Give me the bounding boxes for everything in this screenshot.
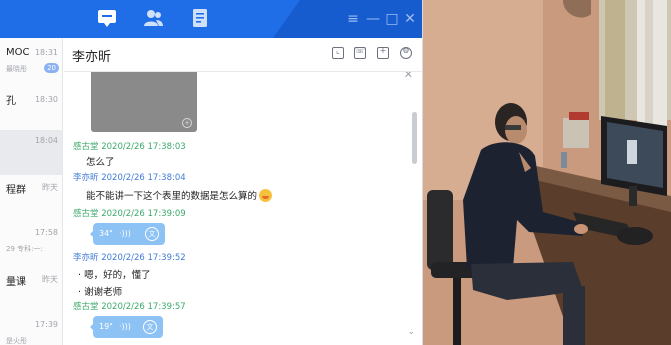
composite-screenshot: ≡ — □ ✕ MOC 18:31 最晓彤 20 孔 18:30 18:04 程… xyxy=(0,0,671,345)
notes-icon[interactable] xyxy=(189,8,211,28)
sender-name: 李亦昕 xyxy=(73,173,99,183)
sound-wave-icon: ·))) xyxy=(119,322,131,331)
session-list: MOC 18:31 最晓彤 20 孔 18:30 18:04 程群 昨天 17:… xyxy=(0,38,63,345)
message-time: 2020/2/26 17:39:09 xyxy=(101,209,186,219)
session-time: 17:58 xyxy=(34,228,58,237)
student-photo xyxy=(423,0,671,345)
session-item[interactable]: 孔 18:30 xyxy=(0,87,62,132)
voice-message[interactable]: 34" ·))) 文 xyxy=(93,223,165,245)
session-preview: 是火彤 xyxy=(6,337,27,345)
image-message-thumbnail[interactable]: + xyxy=(91,72,197,132)
contacts-icon[interactable] xyxy=(142,8,164,28)
session-item[interactable]: 17:58 29 专科:一: xyxy=(0,222,62,267)
session-item[interactable]: MOC 18:31 最晓彤 20 xyxy=(0,42,62,87)
message-text-content: 能不能讲一下这个表里的数据是怎么算的 xyxy=(86,191,258,202)
chat-bubble-icon[interactable] xyxy=(96,8,118,28)
message-line: 嗯，好的，懂了 xyxy=(84,270,151,281)
voice-duration: 19" xyxy=(99,322,113,331)
message-meta: 李亦昕 2020/2/26 17:39:52 xyxy=(73,251,186,263)
top-navigation-bar: ≡ — □ ✕ xyxy=(0,0,422,38)
message-time: 2020/2/26 17:38:04 xyxy=(101,173,186,183)
sender-name: 李亦昕 xyxy=(73,253,99,263)
message-list[interactable]: ✕ ⌄ + 感古堂 2020/2/26 17:38:03 怎么了 李亦昕 202… xyxy=(64,72,422,345)
settings-icon[interactable]: ⚙ xyxy=(400,46,412,59)
session-item-selected[interactable]: 18:04 xyxy=(0,130,62,175)
phone-icon[interactable]: ☏ xyxy=(354,46,366,59)
sound-wave-icon: ·))) xyxy=(119,229,131,238)
sender-name: 感古堂 xyxy=(73,302,99,312)
message-text: · 嗯，好的，懂了 xyxy=(78,267,151,281)
message-time: 2020/2/26 17:38:03 xyxy=(101,142,186,152)
chat-header: 李亦昕 ⌞ ☏ + ⚙ xyxy=(64,38,422,72)
bullet: · xyxy=(78,287,82,298)
session-item[interactable]: 程群 昨天 xyxy=(0,176,62,221)
add-member-icon[interactable]: + xyxy=(377,46,389,59)
voice-duration: 34" xyxy=(99,229,113,238)
message-time: 2020/2/26 17:39:57 xyxy=(101,302,186,312)
menu-icon[interactable]: ≡ xyxy=(345,9,361,29)
scrollbar-thumb[interactable] xyxy=(412,112,417,164)
session-name: 程群 xyxy=(6,185,26,196)
minimize-button[interactable]: — xyxy=(365,9,381,29)
message-meta: 李亦昕 2020/2/26 17:38:04 xyxy=(73,171,186,183)
sender-name: 感古堂 xyxy=(73,209,99,219)
message-meta: 感古堂 2020/2/26 17:38:03 xyxy=(73,140,186,152)
message-text: 怎么了 xyxy=(86,157,115,168)
message-time: 2020/2/26 17:39:52 xyxy=(101,253,186,263)
session-item[interactable]: 量课 昨天 xyxy=(0,268,62,313)
message-line: 谢谢老师 xyxy=(84,287,123,298)
session-time: 18:30 xyxy=(34,95,58,104)
session-preview: 29 专科:一: xyxy=(6,245,43,253)
close-button[interactable]: ✕ xyxy=(402,9,418,29)
laughing-emoji-icon xyxy=(259,189,273,202)
chat-app-window: ≡ — □ ✕ MOC 18:31 最晓彤 20 孔 18:30 18:04 程… xyxy=(0,0,423,345)
session-name: 孔 xyxy=(6,96,16,107)
close-icon[interactable]: ✕ xyxy=(404,72,413,81)
sender-name: 感古堂 xyxy=(73,142,99,152)
contact-name: 李亦昕 xyxy=(72,50,112,65)
session-name: MOC xyxy=(6,47,30,58)
chevron-down-icon[interactable]: ⌄ xyxy=(407,327,415,337)
voice-to-text-icon[interactable]: 文 xyxy=(143,320,157,334)
session-time: 18:04 xyxy=(34,136,58,145)
session-name: 量课 xyxy=(6,277,26,288)
session-time: 17:39 xyxy=(34,320,58,329)
message-meta: 感古堂 2020/2/26 17:39:09 xyxy=(73,207,186,219)
message-meta: 感古堂 2020/2/26 17:39:57 xyxy=(73,300,186,312)
maximize-button[interactable]: □ xyxy=(384,9,400,29)
voice-message[interactable]: 19" ·))) 文 xyxy=(93,316,163,338)
bullet: · xyxy=(78,270,82,281)
message-text: 能不能讲一下这个表里的数据是怎么算的 xyxy=(86,188,273,202)
session-item[interactable]: 17:39 是火彤 xyxy=(0,314,62,345)
photo-illustration xyxy=(423,0,671,345)
zoom-icon[interactable]: + xyxy=(182,118,192,128)
voice-to-text-icon[interactable]: 文 xyxy=(145,227,159,241)
unread-badge: 20 xyxy=(44,63,59,73)
screen-share-icon[interactable]: ⌞ xyxy=(332,46,344,59)
session-time: 昨天 xyxy=(42,183,58,192)
message-text: · 谢谢老师 xyxy=(78,284,122,298)
session-time: 昨天 xyxy=(42,275,58,284)
session-time: 18:31 xyxy=(34,48,58,57)
